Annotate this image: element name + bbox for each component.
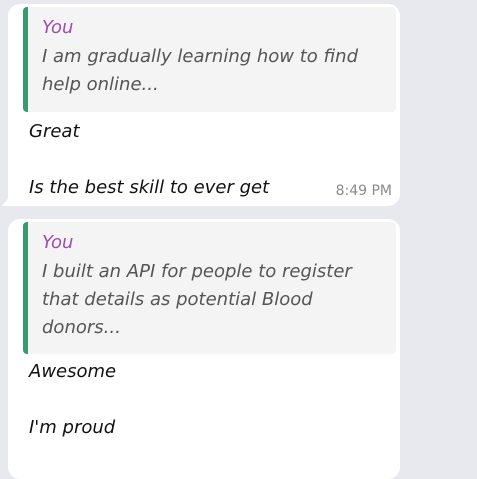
message-text-line: Is the best skill to ever get: [29, 177, 270, 198]
message-text-line: Awesome: [29, 361, 117, 382]
quote-author: You: [42, 232, 74, 253]
quote-text: I built an API for people to register th…: [42, 261, 352, 338]
message-text-line: Great: [29, 121, 80, 142]
bubble-tail: [2, 196, 10, 206]
message-timestamp: 8:49 PM: [335, 183, 392, 199]
message-text-line: I'm proud: [29, 417, 116, 438]
quote-text: I am gradually learning how to find help…: [42, 46, 359, 95]
quote-author: You: [42, 17, 74, 38]
reply-quote[interactable]: You I built an API for people to registe…: [23, 222, 396, 354]
reply-quote[interactable]: You I am gradually learning how to find …: [23, 7, 396, 112]
message-bubble[interactable]: You I am gradually learning how to find …: [8, 4, 400, 206]
message-bubble[interactable]: You I built an API for people to registe…: [8, 219, 400, 479]
